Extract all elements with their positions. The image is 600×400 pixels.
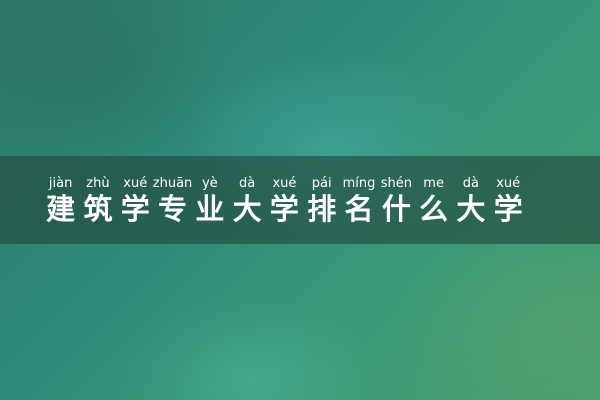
pinyin: xué bbox=[272, 176, 297, 191]
pinyin: jiàn bbox=[48, 176, 73, 191]
hanzi: 学 bbox=[493, 192, 523, 226]
title-char: dà 大 bbox=[228, 176, 265, 226]
pinyin: míng bbox=[342, 176, 376, 191]
pinyin: dà bbox=[462, 176, 480, 191]
hanzi: 学 bbox=[120, 192, 150, 226]
title-char: jiàn 建 bbox=[42, 176, 79, 226]
pinyin: pái bbox=[311, 176, 332, 191]
title-char: xué 学 bbox=[490, 176, 527, 226]
hanzi: 么 bbox=[419, 192, 449, 226]
pinyin: zhù bbox=[86, 176, 110, 191]
hanzi: 学 bbox=[269, 192, 299, 226]
pinyin: xué bbox=[123, 176, 148, 191]
title-char: yè 业 bbox=[191, 176, 228, 226]
hanzi: 专 bbox=[158, 192, 188, 226]
hanzi: 排 bbox=[307, 192, 337, 226]
pinyin: shén bbox=[380, 176, 412, 191]
title-char: shén 什 bbox=[378, 176, 415, 226]
page-title: jiàn 建 zhù 筑 xué 学 zhuān 专 yè 业 dà 大 xué… bbox=[42, 176, 527, 226]
hanzi: 筑 bbox=[83, 192, 113, 226]
title-char: xué 学 bbox=[266, 176, 303, 226]
hanzi: 什 bbox=[381, 192, 411, 226]
cover-background: jiàn 建 zhù 筑 xué 学 zhuān 专 yè 业 dà 大 xué… bbox=[0, 0, 600, 400]
hanzi: 大 bbox=[232, 192, 262, 226]
title-char: míng 名 bbox=[340, 176, 377, 226]
hanzi: 名 bbox=[344, 192, 374, 226]
title-char: pái 排 bbox=[303, 176, 340, 226]
title-char: dà 大 bbox=[452, 176, 489, 226]
pinyin: zhuān bbox=[152, 176, 193, 191]
pinyin: yè bbox=[201, 176, 218, 191]
hanzi: 大 bbox=[456, 192, 486, 226]
title-char: zhù 筑 bbox=[79, 176, 116, 226]
pinyin: dà bbox=[239, 176, 256, 191]
title-char: me 么 bbox=[415, 176, 452, 226]
title-char: zhuān 专 bbox=[152, 176, 193, 226]
hanzi: 业 bbox=[195, 192, 225, 226]
title-char: xué 学 bbox=[117, 176, 154, 226]
hanzi: 建 bbox=[46, 192, 76, 226]
pinyin: xué bbox=[496, 176, 521, 191]
pinyin: me bbox=[423, 176, 444, 191]
